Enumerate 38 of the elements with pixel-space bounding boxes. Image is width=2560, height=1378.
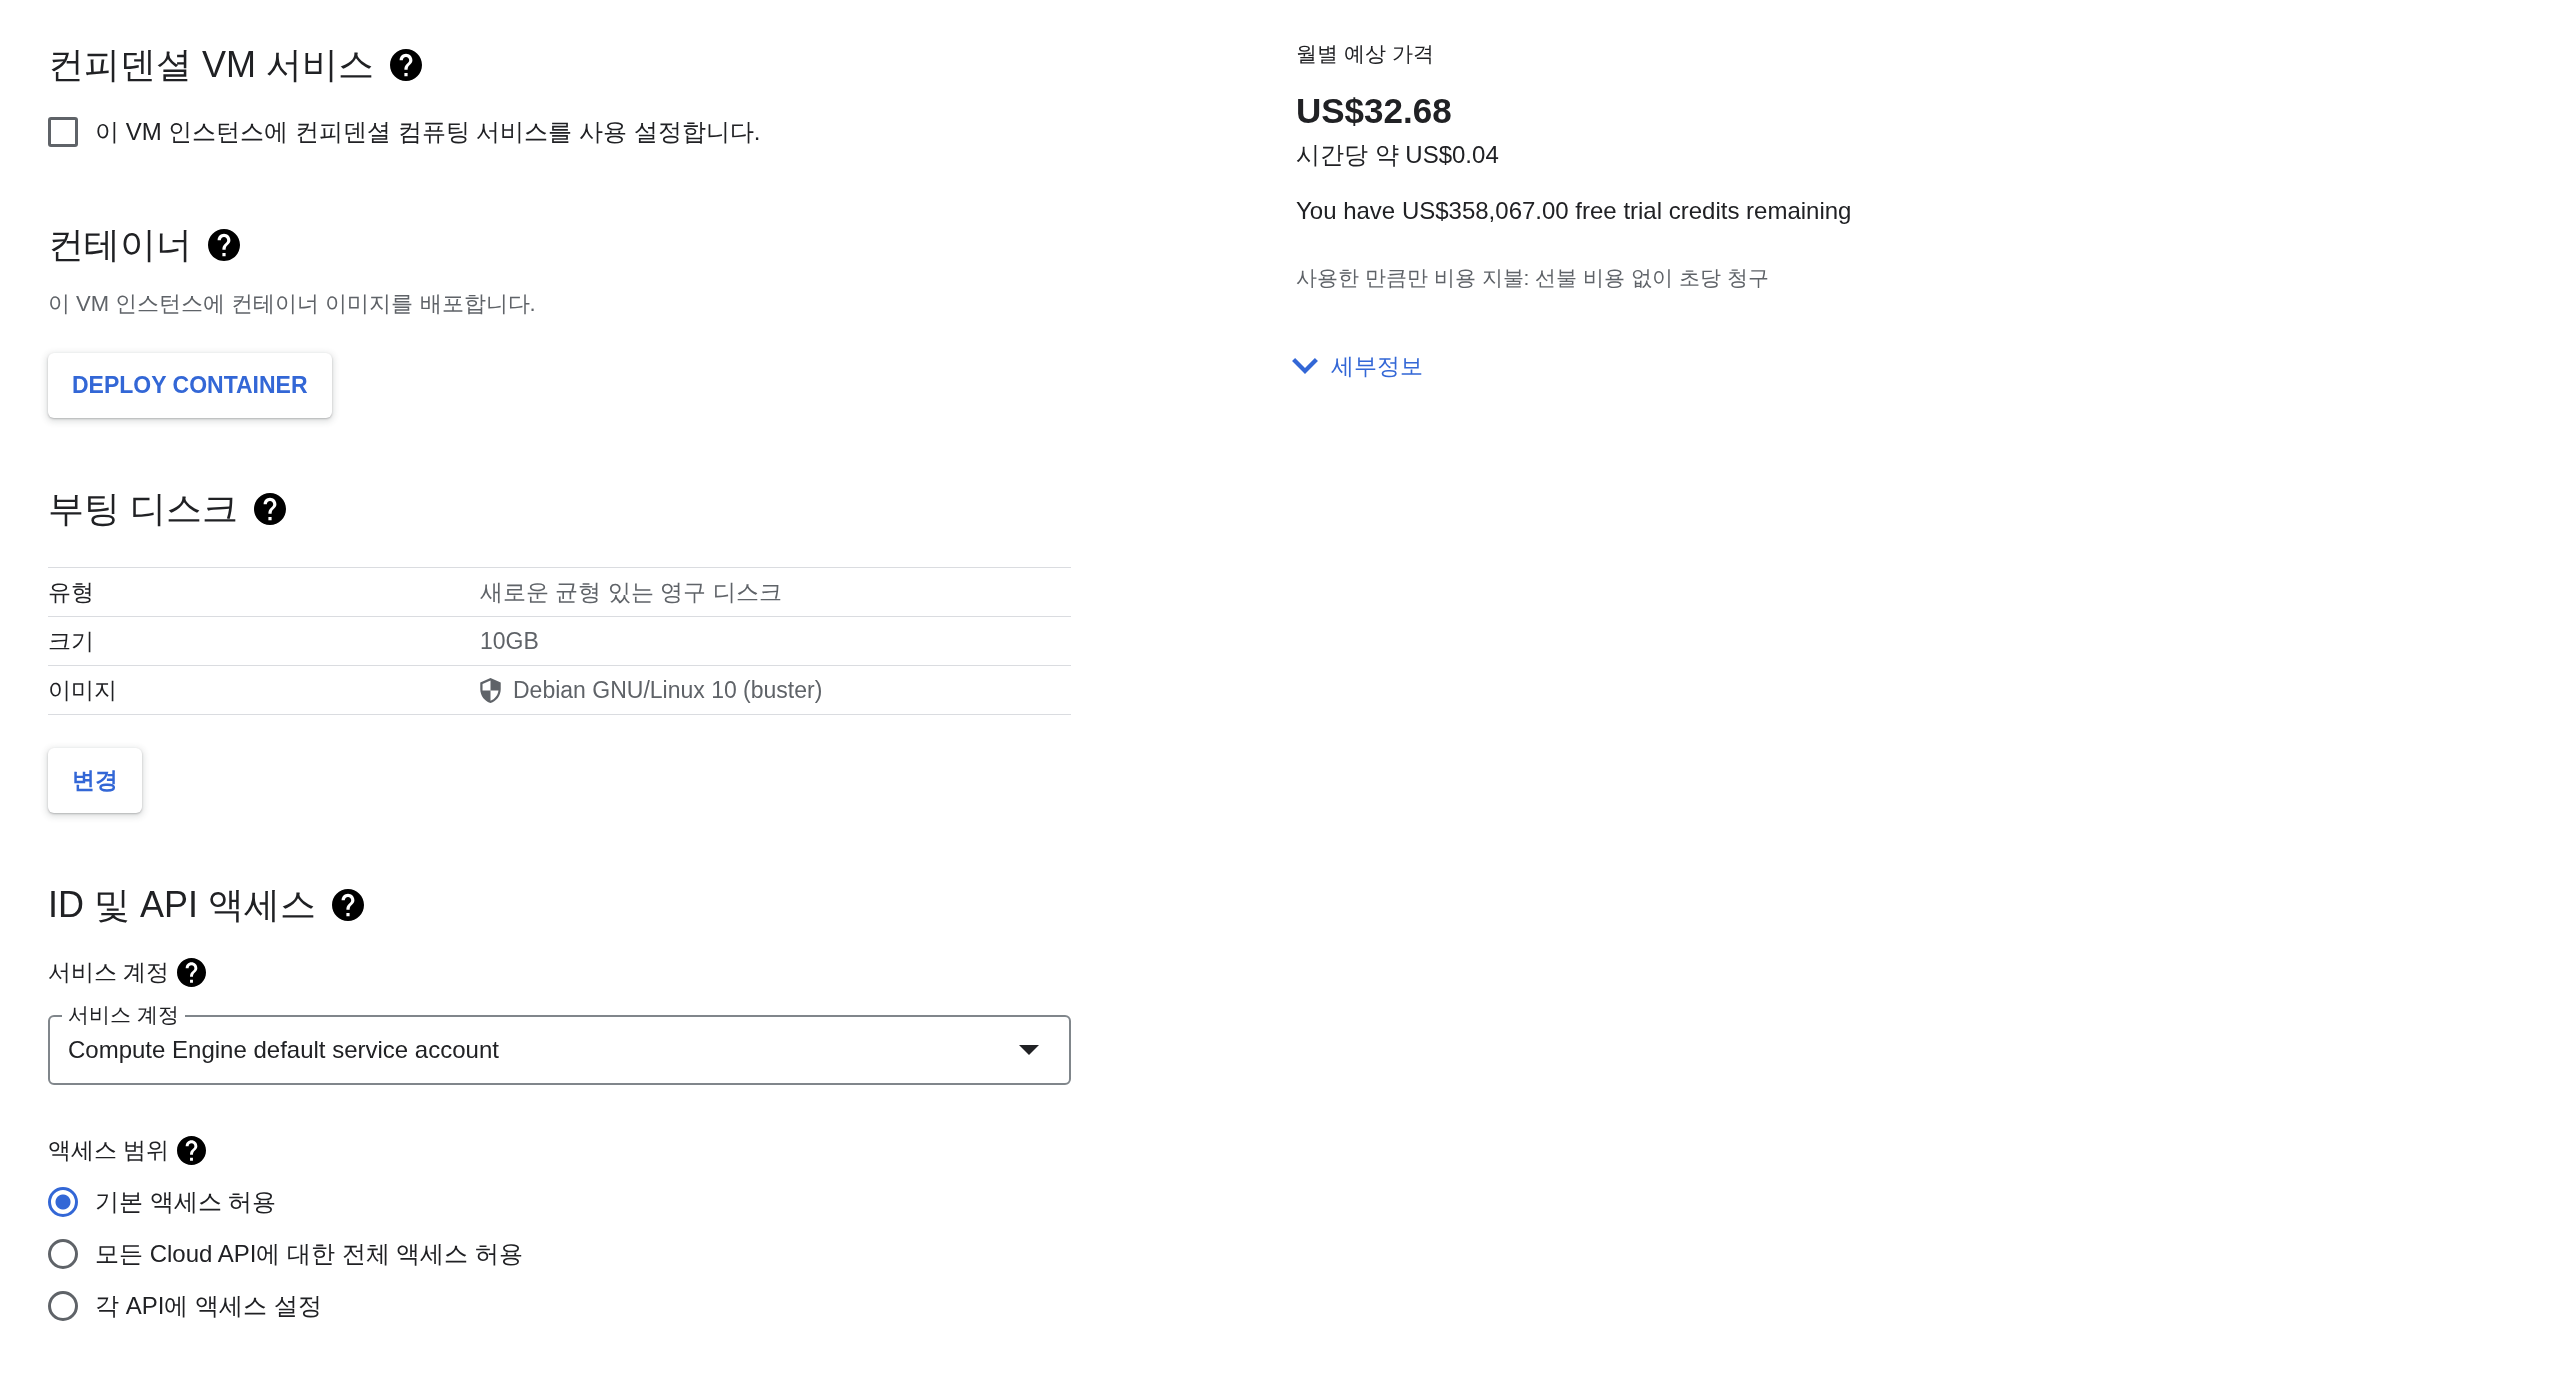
row-value: 새로운 균형 있는 영구 디스크: [480, 578, 782, 607]
radio-button[interactable]: [48, 1187, 78, 1217]
details-link[interactable]: 세부정보: [1292, 350, 1423, 382]
field-label: 액세스 범위: [48, 1136, 170, 1165]
billing-note: 사용한 만큼만 비용 지불: 선불 비용 없이 초당 청구: [1296, 265, 1769, 291]
dropdown-arrow-icon: [1019, 1045, 1039, 1055]
deploy-container-button[interactable]: DEPLOY CONTAINER: [48, 353, 332, 418]
radio-button[interactable]: [48, 1239, 78, 1269]
section-heading: 컨피덴셜 VM 서비스: [48, 43, 374, 87]
help-icon[interactable]: [208, 229, 240, 261]
help-icon[interactable]: [390, 49, 422, 81]
row-value: 10GB: [480, 627, 539, 656]
help-icon[interactable]: [177, 957, 207, 987]
monthly-price: US$32.68: [1296, 90, 1452, 132]
shield-icon: [480, 677, 501, 703]
section-heading: ID 및 API 액세스: [48, 883, 317, 927]
radio-label: 기본 액세스 허용: [95, 1187, 277, 1217]
section-description: 이 VM 인스턴스에 컨테이너 이미지를 배포합니다.: [48, 290, 536, 318]
checkbox[interactable]: [48, 117, 78, 147]
row-label: 크기: [48, 627, 94, 656]
help-icon[interactable]: [177, 1135, 207, 1165]
row-label: 유형: [48, 578, 94, 607]
row-value: Debian GNU/Linux 10 (buster): [513, 676, 823, 705]
credits-text: You have US$358,067.00 free trial credits remaining: [1296, 196, 1852, 226]
chevron-down-icon: [1292, 358, 1318, 374]
help-icon[interactable]: [254, 493, 286, 525]
change-button[interactable]: 변경: [48, 748, 142, 813]
help-icon[interactable]: [332, 889, 365, 921]
checkbox-label: 이 VM 인스턴스에 컨피덴셜 컴퓨팅 서비스를 사용 설정합니다.: [95, 117, 761, 147]
radio-label: 모든 Cloud API에 대한 전체 액세스 허용: [95, 1239, 524, 1269]
section-heading: 컨테이너: [48, 223, 192, 267]
radio-button[interactable]: [48, 1291, 78, 1321]
section-heading: 부팅 디스크: [48, 487, 238, 531]
row-label: 이미지: [48, 676, 117, 705]
hourly-price: 시간당 약 US$0.04: [1296, 140, 1499, 170]
radio-label: 각 API에 액세스 설정: [95, 1291, 322, 1321]
field-label: 서비스 계정: [48, 958, 170, 987]
price-title: 월별 예상 가격: [1296, 41, 1434, 67]
